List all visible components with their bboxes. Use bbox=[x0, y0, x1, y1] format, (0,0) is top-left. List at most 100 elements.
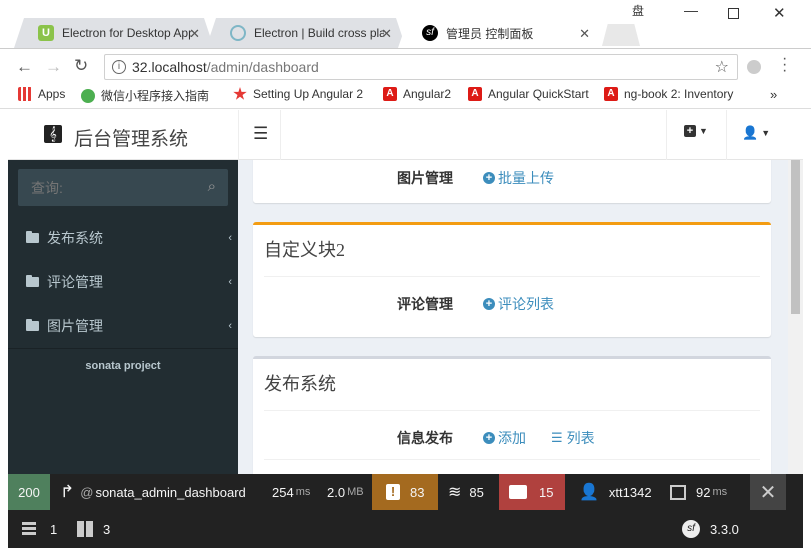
caret-down-icon: ▼ bbox=[699, 126, 708, 136]
chevron-left-icon: ‹ bbox=[228, 320, 232, 332]
bookmark-angular-quickstart[interactable]: A Angular QuickStart bbox=[468, 87, 589, 101]
time-panel[interactable]: 254 ms bbox=[272, 474, 310, 510]
page-scrollbar[interactable] bbox=[788, 160, 803, 474]
folder-icon bbox=[26, 275, 39, 287]
database-icon bbox=[22, 522, 36, 536]
back-button[interactable]: ← bbox=[16, 57, 33, 77]
memory-panel[interactable]: 2.0 MB bbox=[327, 474, 364, 510]
plus-square-icon: + bbox=[684, 125, 696, 137]
bookmark-angular2[interactable]: A Angular2 bbox=[383, 87, 451, 101]
render-time-panel[interactable]: 92 ms bbox=[670, 474, 727, 510]
symfony-version-panel[interactable]: sf 3.3.0 bbox=[682, 511, 739, 547]
translation-icon bbox=[509, 485, 527, 499]
list-icon: ☰ bbox=[551, 430, 563, 445]
grid-icon bbox=[77, 521, 93, 537]
admin-block-publish: 发布系统 信息发布 + 添加 ☰ 列表 bbox=[253, 356, 771, 474]
close-tab-icon[interactable]: ✕ bbox=[381, 26, 392, 42]
window-close-button[interactable]: ✕ bbox=[773, 4, 786, 22]
plus-circle-icon: + bbox=[483, 432, 495, 444]
add-dropdown-button[interactable]: + ▼ bbox=[684, 125, 708, 137]
add-link[interactable]: + 添加 bbox=[483, 428, 526, 448]
plus-circle-icon: + bbox=[483, 298, 495, 310]
electron-app-favicon-icon: U bbox=[38, 25, 54, 41]
comment-list-link[interactable]: + 评论列表 bbox=[483, 294, 554, 314]
database-panel[interactable]: 1 bbox=[22, 511, 57, 547]
sidebar-footer[interactable]: sonata project bbox=[8, 360, 238, 372]
sidebar-item-comments[interactable]: 评论管理 ‹ bbox=[8, 260, 238, 304]
scrollbar-thumb[interactable] bbox=[791, 160, 800, 314]
more-bookmarks-button[interactable]: » bbox=[770, 87, 777, 102]
user-dropdown-button[interactable]: 👤 ▼ bbox=[742, 125, 770, 141]
bookmark-setting-up-angular[interactable]: Setting Up Angular 2 bbox=[233, 87, 363, 101]
sidebar-item-images[interactable]: 图片管理 ‹ bbox=[8, 304, 238, 348]
symfony-logo-icon: sf bbox=[682, 520, 700, 538]
admin-block-images: 图片管理 + 批量上传 bbox=[253, 160, 771, 203]
plus-circle-icon: + bbox=[483, 172, 495, 184]
symfony-debug-toolbar: 200 ↱ @ sonata_admin_dashboard 254 ms 2.0… bbox=[8, 474, 803, 548]
user-icon: 👤 bbox=[579, 484, 599, 501]
user-panel[interactable]: 👤 xtt1342 bbox=[579, 474, 652, 510]
forward-button[interactable]: → bbox=[45, 57, 62, 77]
menu-kebab-icon[interactable]: · · · bbox=[782, 51, 787, 79]
browser-titlebar: U Electron for Desktop App ✕ Electron | … bbox=[0, 0, 811, 48]
route-panel[interactable]: ↱ @ sonata_admin_dashboard bbox=[60, 474, 246, 510]
alert-icon: ! bbox=[386, 484, 400, 500]
list-link[interactable]: ☰ 列表 bbox=[551, 428, 595, 448]
bookmark-icon bbox=[233, 87, 247, 100]
bookmark-apps[interactable]: Apps bbox=[18, 87, 65, 101]
maximize-button[interactable] bbox=[728, 8, 739, 19]
chevron-left-icon: ‹ bbox=[228, 232, 232, 244]
batch-upload-link[interactable]: + 批量上传 bbox=[483, 168, 554, 188]
new-tab-button[interactable] bbox=[602, 24, 640, 46]
translations-panel[interactable]: 15 bbox=[499, 474, 565, 510]
admin-app: 𝄞 后台管理系统 ☰ + ▼ 👤 ▼ ⌕ 发布系统 ‹ 评论管理 ‹ bbox=[8, 110, 803, 474]
sidebar-search: ⌕ bbox=[18, 169, 228, 206]
route-name: sonata_admin_dashboard bbox=[95, 484, 246, 500]
address-bar[interactable]: i 32.localhost/admin/dashboard ☆ bbox=[104, 54, 738, 80]
bookmark-ng-book[interactable]: A ng-book 2: Inventory bbox=[604, 87, 733, 101]
cache-panel[interactable]: ≋ 85 bbox=[448, 474, 484, 510]
layout-icon bbox=[670, 484, 686, 500]
user-icon: 👤 bbox=[742, 125, 759, 140]
electron-atom-favicon-icon bbox=[230, 25, 246, 41]
browser-tab-1[interactable]: U Electron for Desktop App ✕ bbox=[14, 18, 214, 48]
caret-down-icon: ▼ bbox=[761, 128, 771, 138]
close-tab-icon[interactable]: ✕ bbox=[189, 26, 200, 42]
folder-icon bbox=[26, 231, 39, 243]
box-title: 发布系统 bbox=[264, 374, 336, 394]
bookmarks-bar: Apps 微信小程序接入指南 Setting Up Angular 2 A An… bbox=[0, 84, 811, 109]
url-path: /admin/dashboard bbox=[206, 59, 319, 75]
profile-icon[interactable]: 盘 bbox=[632, 2, 644, 19]
sidebar-item-publish[interactable]: 发布系统 ‹ bbox=[8, 216, 238, 260]
url-host: 32.localhost bbox=[132, 59, 207, 75]
chevron-left-icon: ‹ bbox=[228, 276, 232, 288]
wechat-icon bbox=[81, 88, 95, 103]
minimize-button[interactable]: — bbox=[684, 2, 698, 18]
browser-tab-active[interactable]: sf 管理员 控制面板 ✕ bbox=[398, 18, 604, 48]
forms-panel[interactable]: 3 bbox=[77, 511, 110, 547]
admin-block-custom-2: 自定义块2 评论管理 + 评论列表 bbox=[253, 222, 771, 337]
box-title: 自定义块2 bbox=[264, 240, 345, 260]
search-input[interactable] bbox=[18, 169, 198, 206]
tab-title: Electron for Desktop App bbox=[62, 26, 192, 40]
tab-title: 管理员 控制面板 bbox=[446, 26, 534, 41]
folder-icon bbox=[26, 319, 39, 331]
angular-icon: A bbox=[604, 87, 618, 101]
layers-icon: ≋ bbox=[448, 484, 462, 501]
logs-panel[interactable]: ! 83 bbox=[372, 474, 438, 510]
close-tab-icon[interactable]: ✕ bbox=[579, 26, 590, 42]
dashboard-content: 图片管理 + 批量上传 自定义块2 评论管理 + 评论列表 发布系统 信息发布 + 添… bbox=[238, 160, 793, 474]
sidebar-toggle-button[interactable]: ☰ bbox=[253, 124, 268, 144]
app-logo-text[interactable]: 后台管理系统 bbox=[74, 124, 188, 151]
redirect-arrow-icon: ↱ bbox=[60, 482, 75, 501]
status-code-badge[interactable]: 200 bbox=[8, 474, 50, 510]
symfony-favicon-icon: sf bbox=[422, 25, 438, 41]
close-toolbar-button[interactable]: ✕ bbox=[750, 474, 786, 510]
search-icon[interactable]: ⌕ bbox=[208, 178, 216, 195]
bookmark-star-icon[interactable]: ☆ bbox=[715, 57, 729, 77]
bookmark-wechat[interactable]: 微信小程序接入指南 bbox=[81, 87, 209, 104]
info-icon[interactable]: i bbox=[112, 60, 126, 74]
reload-button[interactable]: ↻ bbox=[74, 56, 88, 76]
browser-tab-2[interactable]: Electron | Build cross plat ✕ bbox=[206, 18, 406, 48]
extension-icon[interactable] bbox=[747, 60, 761, 74]
